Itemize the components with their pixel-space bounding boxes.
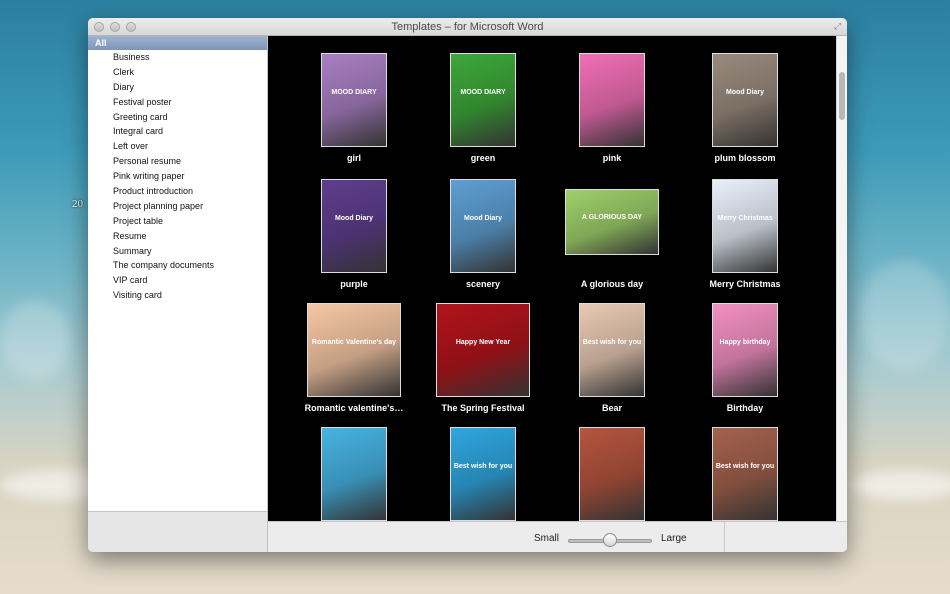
thumbnail-text: Best wish for you — [715, 462, 775, 470]
category-item[interactable]: Project table — [88, 214, 267, 229]
template-tile[interactable]: Merry Christmas Merry Christmas — [681, 152, 809, 289]
template-thumbnail[interactable]: Romantic Valentine's day — [307, 303, 401, 397]
category-item[interactable]: Pink writing paper — [88, 169, 267, 184]
template-thumbnail[interactable]: Happy birthday — [712, 303, 778, 397]
template-thumbnail[interactable]: Best wish for you — [579, 303, 645, 397]
template-tile[interactable]: Happy birthday Birthday — [681, 276, 809, 413]
template-thumbnail[interactable]: Merry Christmas — [712, 179, 778, 273]
template-thumbnail[interactable]: MOOD DIARY — [321, 53, 387, 147]
category-item[interactable]: The company documents — [88, 258, 267, 273]
window-title: Templates – for Microsoft Word — [391, 21, 544, 33]
zoom-button[interactable] — [126, 22, 136, 32]
category-item[interactable]: Clerk — [88, 65, 267, 80]
category-item[interactable]: Greeting card — [88, 110, 267, 125]
template-thumbnail[interactable]: Mood Diary — [450, 179, 516, 273]
thumbnail-text: Romantic Valentine's day — [311, 338, 397, 346]
category-item[interactable]: Visiting card — [88, 288, 267, 303]
template-tile[interactable]: Best wish for you Bear — [548, 276, 676, 413]
minimize-button[interactable] — [110, 22, 120, 32]
template-tile[interactable]: Cake — [548, 400, 676, 521]
template-tile[interactable]: A GLORIOUS DAY A glorious day — [548, 152, 676, 289]
title-bar[interactable]: Templates – for Microsoft Word ⤢ — [88, 18, 847, 36]
template-tile[interactable]: pink — [548, 36, 676, 163]
template-grid: MOOD DIARY girl MOOD DIARY green pink Mood Di… — [268, 36, 836, 521]
vertical-scrollbar[interactable] — [836, 36, 847, 521]
fullscreen-icon[interactable]: ⤢ — [834, 21, 844, 31]
category-list: Business Clerk Diary Festival poster Greetin… — [88, 50, 267, 303]
template-thumbnail[interactable]: Mood Diary — [321, 179, 387, 273]
template-thumbnail[interactable]: A GLORIOUS DAY — [565, 189, 659, 255]
template-tile[interactable]: MOOD DIARY girl — [290, 36, 418, 163]
category-item[interactable]: Festival poster — [88, 95, 267, 110]
template-thumbnail[interactable]: Mood Diary — [712, 53, 778, 147]
size-slider-knob[interactable] — [603, 533, 617, 547]
template-tile[interactable]: Romantic Valentine's day Romantic valenti… — [290, 276, 418, 413]
template-thumbnail[interactable] — [321, 427, 387, 521]
thumbnail-text: Merry Christmas — [717, 214, 773, 222]
templates-window: Templates – for Microsoft Word ⤢ All Bus… — [88, 18, 847, 552]
thumbnail-text: A GLORIOUS DAY — [581, 214, 643, 222]
template-tile[interactable]: Mood Diary scenery — [419, 152, 547, 289]
category-item[interactable]: Project planning paper — [88, 199, 267, 214]
category-item[interactable]: VIP card — [88, 273, 267, 288]
category-item[interactable]: Summary — [88, 244, 267, 259]
template-tile[interactable]: Mood Diary purple — [290, 152, 418, 289]
category-item[interactable]: Resume — [88, 229, 267, 244]
thumbnail-text: MOOD DIARY — [460, 88, 506, 96]
small-label: Small — [534, 533, 560, 544]
category-item[interactable]: Diary — [88, 80, 267, 95]
bottom-bar: Small Large — [268, 521, 847, 552]
template-thumbnail[interactable]: MOOD DIARY — [450, 53, 516, 147]
thumbnail-text: Mood Diary — [725, 88, 765, 96]
thumbnail-text: Happy New Year — [455, 338, 511, 346]
large-label: Large — [661, 533, 687, 544]
template-thumbnail[interactable] — [579, 53, 645, 147]
category-all[interactable]: All — [88, 36, 267, 50]
template-tile[interactable]: Blue — [290, 400, 418, 521]
template-thumbnail[interactable] — [579, 427, 645, 521]
template-thumbnail[interactable]: Happy New Year — [436, 303, 530, 397]
thumbnail-text: Happy birthday — [719, 338, 771, 346]
template-tile[interactable]: Mood Diary plum blossom — [681, 36, 809, 163]
sidebar-footer — [88, 511, 268, 552]
thumbnail-text: Mood Diary — [463, 214, 503, 222]
desktop-label: 20 — [72, 198, 83, 210]
category-item[interactable]: Left over — [88, 139, 267, 154]
template-thumbnail[interactable]: Best wish for you — [712, 427, 778, 521]
template-thumbnail[interactable]: Best wish for you — [450, 427, 516, 521]
thumbnail-text: MOOD DIARY — [331, 88, 377, 96]
template-tile[interactable]: Best wish for youBoxman — [419, 400, 547, 521]
template-tile[interactable]: Best wish for youChocolate — [681, 400, 809, 521]
category-item[interactable]: Integral card — [88, 124, 267, 139]
category-item[interactable]: Business — [88, 50, 267, 65]
template-tile[interactable]: Happy New Year The Spring Festival — [419, 276, 547, 413]
category-item[interactable]: Personal resume — [88, 154, 267, 169]
close-button[interactable] — [94, 22, 104, 32]
footer-divider — [724, 522, 725, 552]
category-sidebar: All Business Clerk Diary Festival poster Gre… — [88, 36, 268, 511]
thumbnail-text: Best wish for you — [582, 338, 642, 346]
thumbnail-text: Best wish for you — [453, 462, 513, 470]
thumbnail-text: Mood Diary — [334, 214, 374, 222]
scroll-thumb[interactable] — [839, 72, 845, 120]
category-item[interactable]: Product introduction — [88, 184, 267, 199]
template-tile[interactable]: MOOD DIARY green — [419, 36, 547, 163]
